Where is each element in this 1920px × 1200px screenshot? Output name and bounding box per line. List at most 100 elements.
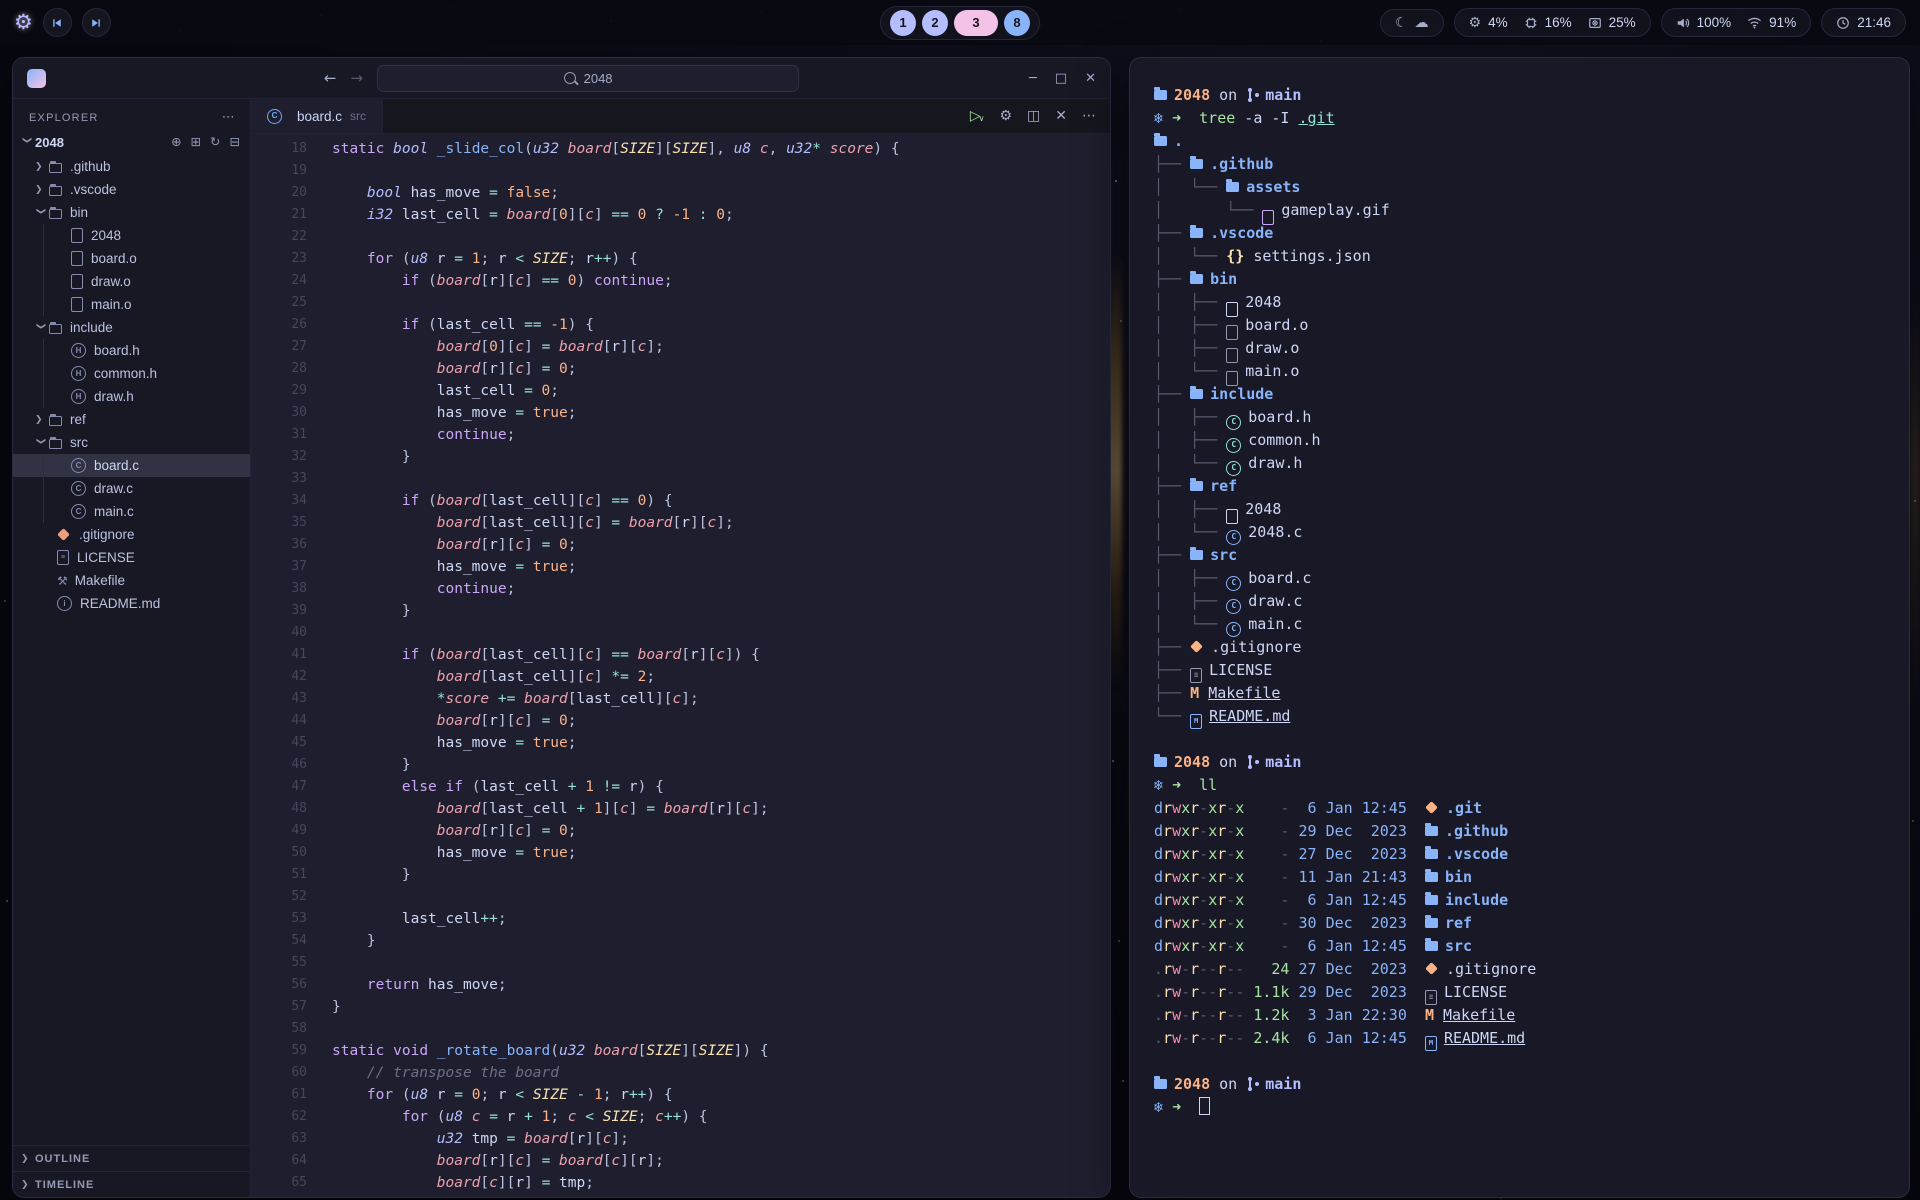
nav-forward-icon[interactable]: → xyxy=(351,69,364,87)
explorer-item-common.h[interactable]: common.h xyxy=(13,362,250,385)
explorer-root-folder[interactable]: ❯ 2048 ⊕⊞↻⊟ xyxy=(13,130,250,154)
code-line[interactable]: 41 if (board[last_cell][c] == board[r][c… xyxy=(251,644,1110,666)
code-line[interactable]: 18static bool _slide_col(u32 board[SIZE]… xyxy=(251,138,1110,160)
workspace-2[interactable]: 2 xyxy=(922,10,948,36)
code-line[interactable]: 35 board[last_cell][c] = board[r][c]; xyxy=(251,512,1110,534)
code-line[interactable]: 49 board[r][c] = 0; xyxy=(251,820,1110,842)
outline-section[interactable]: ❯ OUTLINE xyxy=(13,1145,250,1171)
explorer-item-.github[interactable]: ❯.github xyxy=(13,155,250,178)
run-icon[interactable]: ▷∨ xyxy=(970,108,985,124)
code-line[interactable]: 62 for (u8 c = r + 1; c < SIZE; c++) { xyxy=(251,1106,1110,1128)
code-line[interactable]: 45 has_move = true; xyxy=(251,732,1110,754)
explorer-item-2048[interactable]: 2048 xyxy=(13,224,250,247)
explorer-item-bin[interactable]: ❯bin xyxy=(13,201,250,224)
code-line[interactable]: 55 xyxy=(251,952,1110,974)
code-line[interactable]: 44 board[r][c] = 0; xyxy=(251,710,1110,732)
explorer-item-board.h[interactable]: board.h xyxy=(13,339,250,362)
code-line[interactable]: 33 xyxy=(251,468,1110,490)
settings-icon[interactable]: ⚙ xyxy=(999,108,1012,124)
explorer-more-icon[interactable]: ⋯ xyxy=(222,110,236,125)
new-file-icon[interactable]: ⊕ xyxy=(171,136,181,149)
explorer-item-.vscode[interactable]: ❯.vscode xyxy=(13,178,250,201)
code-line[interactable]: 48 board[last_cell + 1][c] = board[r][c]… xyxy=(251,798,1110,820)
clock-widget[interactable]: 21:46 xyxy=(1821,8,1906,37)
code-line[interactable]: 53 last_cell++; xyxy=(251,908,1110,930)
close-button[interactable]: ✕ xyxy=(1085,71,1096,86)
workspace-3[interactable]: 3 xyxy=(954,10,998,36)
code-line[interactable]: 40 xyxy=(251,622,1110,644)
code-line[interactable]: 52 xyxy=(251,886,1110,908)
terminal-window[interactable]: 2048 on main❄ ➜ tree -a -I .git.├── .git… xyxy=(1129,57,1910,1198)
command-center-search[interactable]: 2048 xyxy=(377,65,799,92)
code-line[interactable]: 32 } xyxy=(251,446,1110,468)
split-editor-icon[interactable]: ◫ xyxy=(1027,108,1040,124)
explorer-item-.gitignore[interactable]: .gitignore xyxy=(13,523,250,546)
code-line[interactable]: 56 return has_move; xyxy=(251,974,1110,996)
code-line[interactable]: 28 board[r][c] = 0; xyxy=(251,358,1110,380)
code-line[interactable]: 30 has_move = true; xyxy=(251,402,1110,424)
code-line[interactable]: 39 } xyxy=(251,600,1110,622)
code-line[interactable]: 36 board[r][c] = 0; xyxy=(251,534,1110,556)
code-line[interactable]: 42 board[last_cell][c] *= 2; xyxy=(251,666,1110,688)
terminal-cursor[interactable] xyxy=(1199,1097,1210,1115)
code-line[interactable]: 20 bool has_move = false; xyxy=(251,182,1110,204)
timeline-section[interactable]: ❯ TIMELINE xyxy=(13,1171,250,1197)
code-line[interactable]: 51 } xyxy=(251,864,1110,886)
code-line[interactable]: 21 i32 last_cell = board[0][c] == 0 ? -1… xyxy=(251,204,1110,226)
explorer-item-src[interactable]: ❯src xyxy=(13,431,250,454)
code-line[interactable]: 37 has_move = true; xyxy=(251,556,1110,578)
code-line[interactable]: 29 last_cell = 0; xyxy=(251,380,1110,402)
refresh-explorer-icon[interactable]: ↻ xyxy=(210,136,220,149)
code-line[interactable]: 22 xyxy=(251,226,1110,248)
explorer-item-board.o[interactable]: board.o xyxy=(13,247,250,270)
explorer-item-draw.c[interactable]: draw.c xyxy=(13,477,250,500)
explorer-item-main.o[interactable]: main.o xyxy=(13,293,250,316)
weather-widget[interactable]: ☾ ☁ xyxy=(1380,9,1444,37)
new-folder-icon[interactable]: ⊞ xyxy=(191,136,201,149)
code-line[interactable]: 46 } xyxy=(251,754,1110,776)
code-line[interactable]: 54 } xyxy=(251,930,1110,952)
explorer-item-draw.h[interactable]: draw.h xyxy=(13,385,250,408)
explorer-item-include[interactable]: ❯include xyxy=(13,316,250,339)
explorer-item-Makefile[interactable]: ⚒Makefile xyxy=(13,569,250,592)
close-editor-icon[interactable]: ✕ xyxy=(1055,108,1067,124)
nav-back-icon[interactable]: ← xyxy=(324,69,337,87)
maximize-button[interactable]: □ xyxy=(1055,71,1067,86)
minimize-button[interactable]: ─ xyxy=(1029,71,1037,86)
code-line[interactable]: 25 xyxy=(251,292,1110,314)
code-line[interactable]: 60 // transpose the board xyxy=(251,1062,1110,1084)
code-line[interactable]: 50 has_move = true; xyxy=(251,842,1110,864)
code-line[interactable]: 38 continue; xyxy=(251,578,1110,600)
code-line[interactable]: 63 u32 tmp = board[r][c]; xyxy=(251,1128,1110,1150)
workspace-8[interactable]: 8 xyxy=(1004,10,1030,36)
code-line[interactable]: 64 board[r][c] = board[c][r]; xyxy=(251,1150,1110,1172)
explorer-item-board.c[interactable]: board.c xyxy=(13,454,250,477)
media-prev-button[interactable] xyxy=(43,8,72,37)
code-line[interactable]: 61 for (u8 r = 0; r < SIZE - 1; r++) { xyxy=(251,1084,1110,1106)
explorer-item-ref[interactable]: ❯ref xyxy=(13,408,250,431)
media-next-button[interactable] xyxy=(82,8,111,37)
code-line[interactable]: 59static void _rotate_board(u32 board[SI… xyxy=(251,1040,1110,1062)
code-line[interactable]: 34 if (board[last_cell][c] == 0) { xyxy=(251,490,1110,512)
code-line[interactable]: 58 xyxy=(251,1018,1110,1040)
system-stats-widget[interactable]: ⚙ 4% 16% 25% xyxy=(1454,8,1651,37)
code-line[interactable]: 65 board[c][r] = tmp; xyxy=(251,1172,1110,1194)
explorer-item-README.md[interactable]: README.md xyxy=(13,592,250,615)
tab-board-c[interactable]: board.c src xyxy=(251,99,383,133)
explorer-item-main.c[interactable]: main.c xyxy=(13,500,250,523)
workspace-1[interactable]: 1 xyxy=(890,10,916,36)
code-line[interactable]: 31 continue; xyxy=(251,424,1110,446)
explorer-item-LICENSE[interactable]: LICENSE xyxy=(13,546,250,569)
code-line[interactable]: 57} xyxy=(251,996,1110,1018)
code-line[interactable]: 19 xyxy=(251,160,1110,182)
code-line[interactable]: 26 if (last_cell == -1) { xyxy=(251,314,1110,336)
audio-network-widget[interactable]: 100% 91% xyxy=(1661,8,1812,37)
code-line[interactable]: 47 else if (last_cell + 1 != r) { xyxy=(251,776,1110,798)
collapse-folders-icon[interactable]: ⊟ xyxy=(230,136,240,149)
code-editor[interactable]: 18static bool _slide_col(u32 board[SIZE]… xyxy=(251,134,1110,1197)
explorer-item-draw.o[interactable]: draw.o xyxy=(13,270,250,293)
code-line[interactable]: 24 if (board[r][c] == 0) continue; xyxy=(251,270,1110,292)
code-line[interactable]: 23 for (u8 r = 1; r < SIZE; r++) { xyxy=(251,248,1110,270)
launcher-gear-icon[interactable]: ⚙ xyxy=(14,12,33,33)
more-actions-icon[interactable]: ⋯ xyxy=(1082,108,1096,124)
